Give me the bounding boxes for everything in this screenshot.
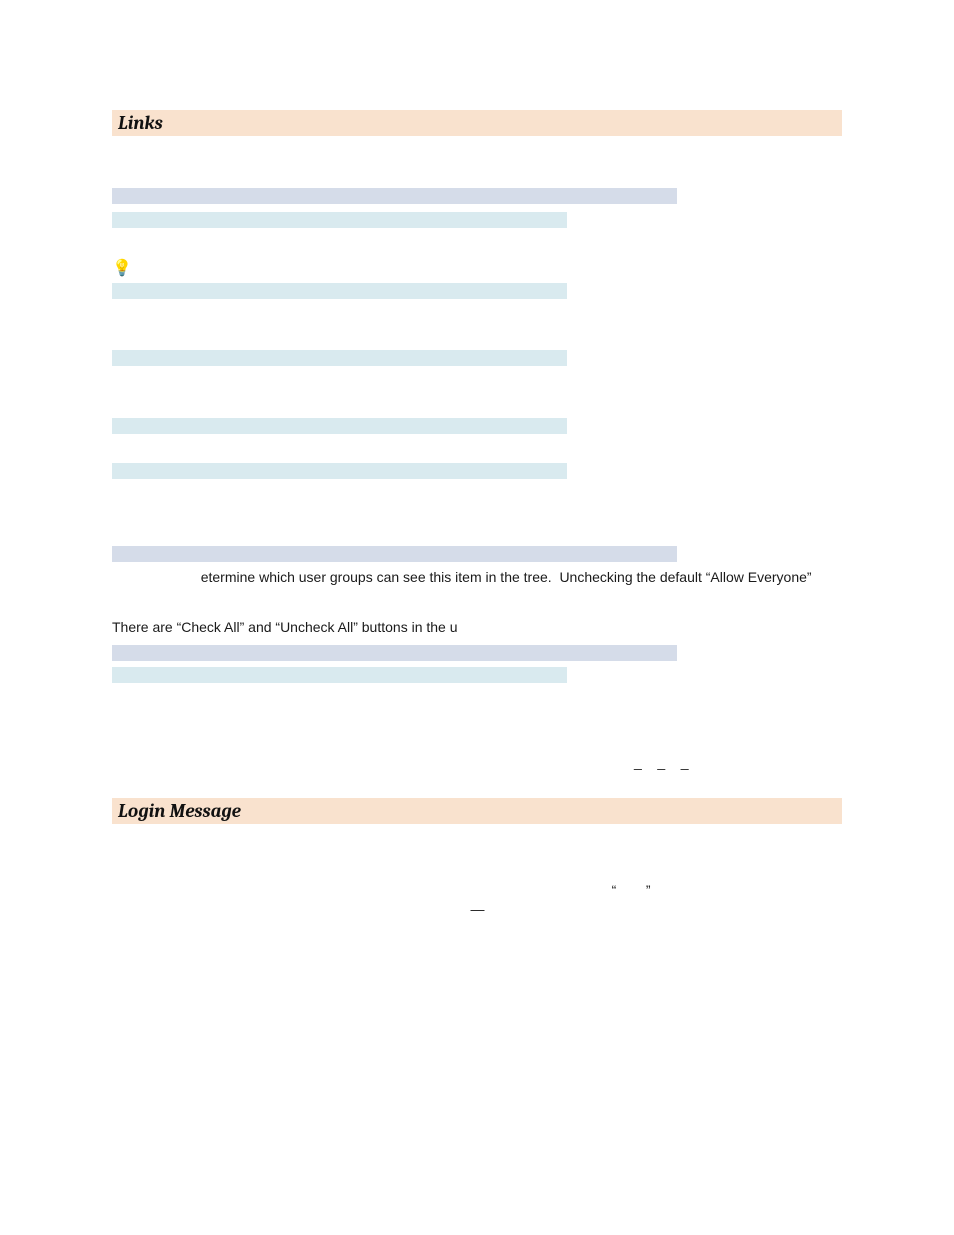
links-intro: A link can be added to the navigation tr… xyxy=(112,154,842,174)
subhead-user-specific: User-Specific Link Addresses xyxy=(112,667,842,683)
section-heading-login: Login Message xyxy=(112,798,842,824)
document-page: Links A link can be added to the navigat… xyxy=(0,0,954,1235)
desc-new-window: When clicked, the link will open in a ne… xyxy=(112,436,842,456)
subhead-link-name: Link Name xyxy=(112,283,842,299)
subhead-tooltip: Tooltip xyxy=(112,350,842,366)
subhead-target-frame: Target Frame xyxy=(112,463,842,479)
login-p3: Standard HTML code may be applied to the… xyxy=(112,975,842,1014)
desc-user-specific: If the type of link address used require… xyxy=(112,687,842,765)
desc-user-groups-1: Checkboxes dCheckboxes determine which u… xyxy=(112,568,842,607)
desc-link-address: Add the URL to the webpage in question h… xyxy=(112,232,842,252)
desc-link-name: This is the text that will display in th… xyxy=(112,303,842,342)
login-p1: There are two uses for this feature. One… xyxy=(112,842,842,920)
desc-user-groups-2: There are “Check All” and “Uncheck All” … xyxy=(112,618,842,638)
tip-text: Hyperlinks of this kind do not have to l… xyxy=(140,261,542,277)
desc-target-frame: Determines whether when clicked, the lin… xyxy=(112,483,842,522)
login-p4: The login page message posts immediately… xyxy=(112,1022,842,1042)
visible-checkall-fragment: There are “Check All” and “Uncheck All” … xyxy=(112,619,458,635)
tip-row: 💡 Hyperlinks of this kind do not have to… xyxy=(112,261,842,277)
subhead-add-edit: Add/Edit Hyperlinks in the Navigation Tr… xyxy=(112,188,842,204)
desc-tooltip: Tooltip text appears when a user hovers … xyxy=(112,370,842,409)
subhead-user-groups: User Groups Allowed Access xyxy=(112,546,842,562)
login-p2: Text for both types of message is entere… xyxy=(112,928,842,967)
section-heading-links: Links xyxy=(112,110,842,136)
subhead-new-window: Open in New Window xyxy=(112,418,842,434)
subhead-auto-assign: Automatic User Group Assignment xyxy=(112,645,842,661)
login-p5: Messages posted to the login page can be… xyxy=(112,1050,842,1089)
subhead-link-address: Link Address xyxy=(112,212,842,228)
lightbulb-icon: 💡 xyxy=(112,261,132,277)
